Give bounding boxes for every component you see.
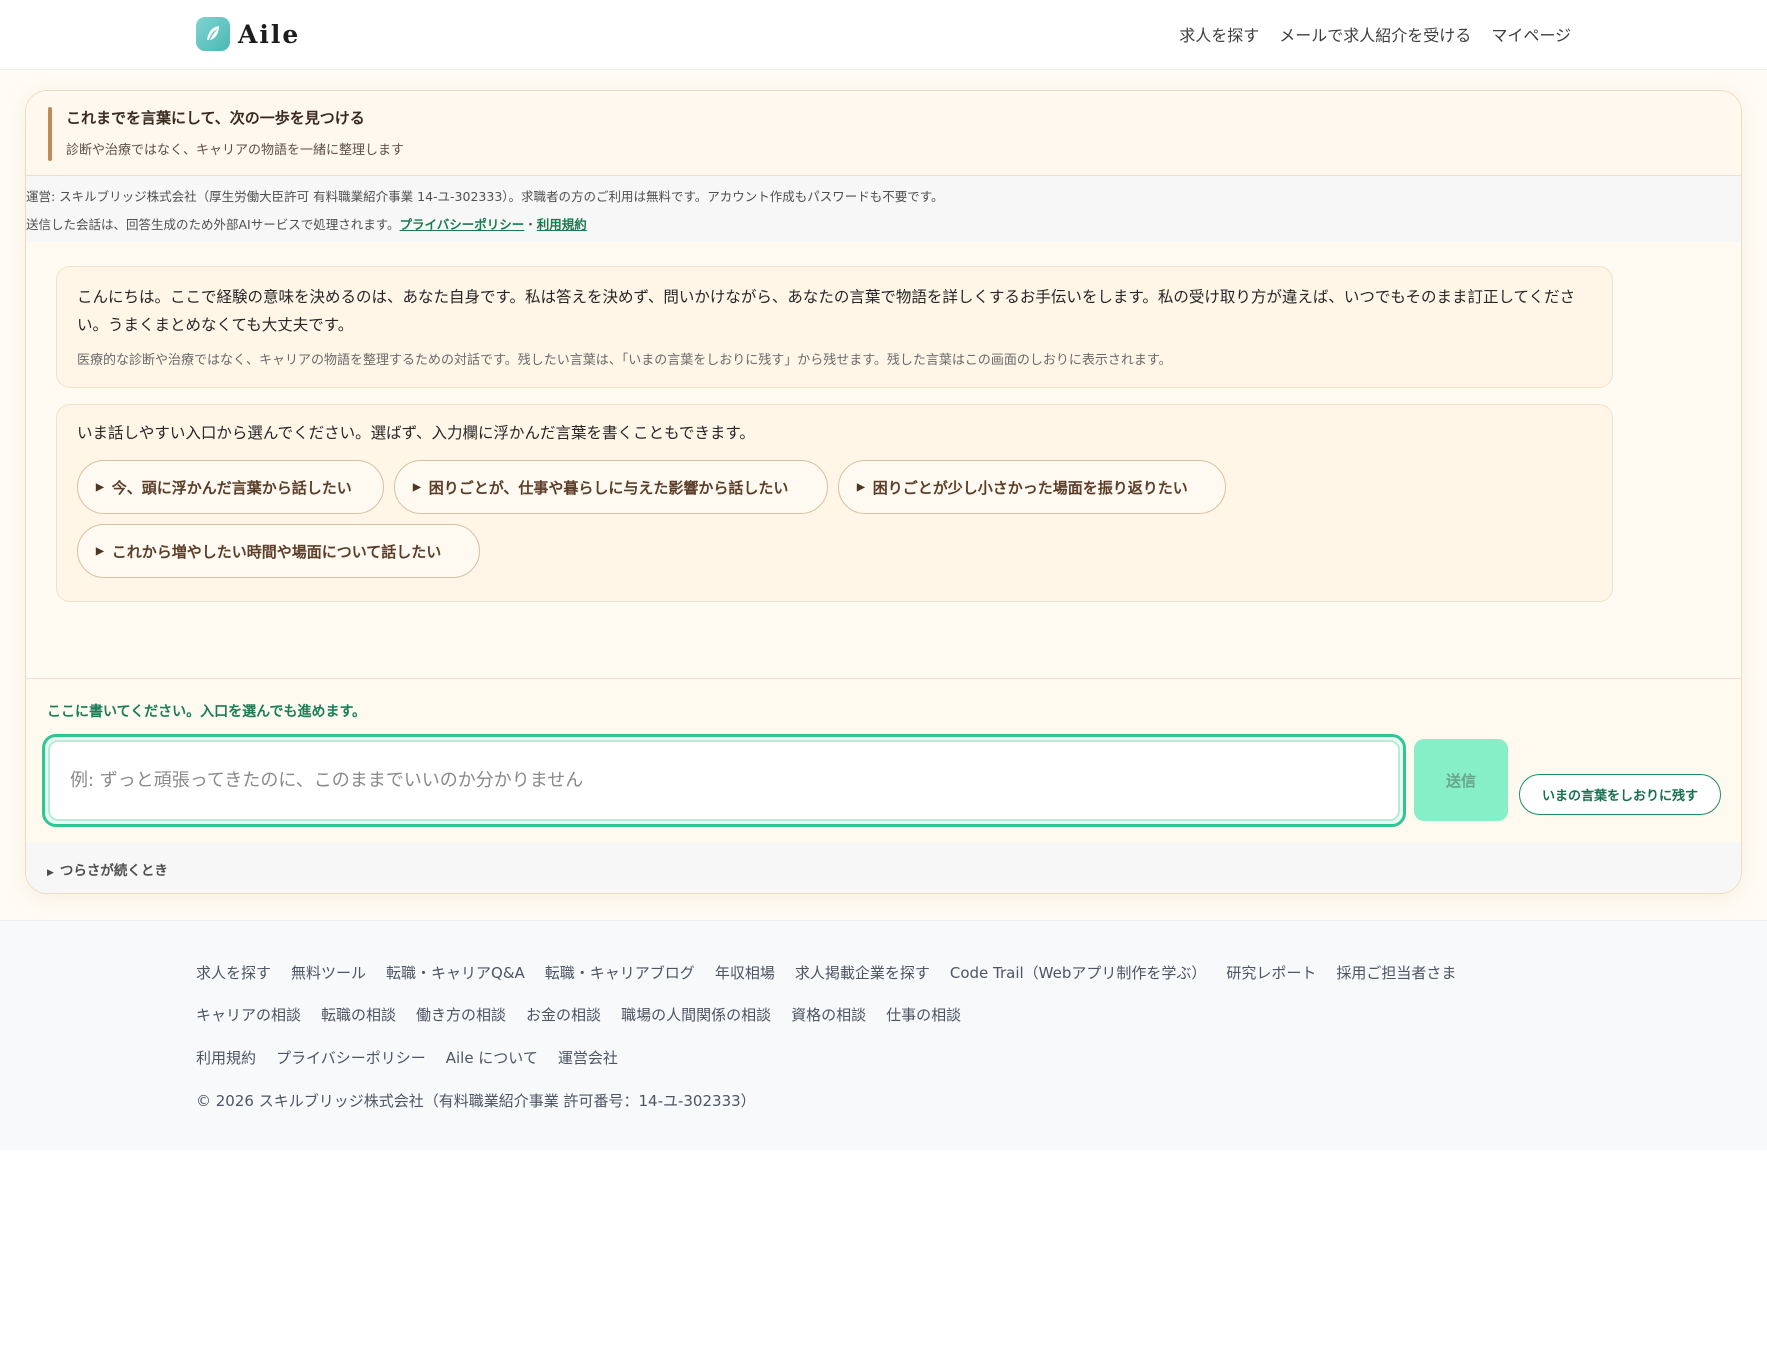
triangle-right-icon: ▶ xyxy=(96,545,104,557)
entry-option-future[interactable]: ▶ これから増やしたい時間や場面について話したい xyxy=(77,524,480,578)
operator-notice: 運営: スキルブリッジ株式会社（厚生労働大臣許可 有料職業紹介事業 14-ユ-3… xyxy=(26,176,1741,242)
entry-option-smaller-moments[interactable]: ▶ 困りごとが少し小さかった場面を振り返りたい xyxy=(838,460,1226,514)
message-composer: ここに書いてください。入口を選んでも進めます。 送信 いまの言葉をしおりに残す … xyxy=(26,678,1741,893)
support-disclosure: ▶ つらさが続くとき xyxy=(26,842,1741,893)
header-nav: 求人を探す メールで求人紹介を受ける マイページ xyxy=(1179,22,1571,46)
message-input-frame xyxy=(42,734,1406,827)
footer-link[interactable]: 資格の相談 xyxy=(791,1004,866,1025)
triangle-right-icon: ▶ xyxy=(47,868,54,878)
card-title: これまでを言葉にして、次の一歩を見つける xyxy=(66,109,365,127)
footer-link[interactable]: 求人を探す xyxy=(196,962,271,983)
nav-mypage[interactable]: マイページ xyxy=(1491,22,1571,46)
support-toggle-label: つらさが続くとき xyxy=(59,863,168,879)
footer-link[interactable]: 無料ツール xyxy=(291,962,366,983)
footer-link[interactable]: 年収相場 xyxy=(715,962,775,983)
nav-email-jobs[interactable]: メールで求人紹介を受ける xyxy=(1279,22,1471,46)
processing-text: 送信した会話は、回答生成のため外部AIサービスで処理されます。 xyxy=(26,217,400,232)
message-input[interactable] xyxy=(48,740,1400,821)
footer-link[interactable]: 職場の人間関係の相談 xyxy=(621,1004,771,1025)
footer-link[interactable]: 仕事の相談 xyxy=(886,1004,961,1025)
entry-options-message: いま話しやすい入口から選んでください。選ばず、入力欄に浮かんだ言葉を書くこともで… xyxy=(56,404,1613,602)
entry-prompt: いま話しやすい入口から選んでください。選ばず、入力欄に浮かんだ言葉を書くこともで… xyxy=(77,424,755,442)
greeting-note: 医療的な診断や治療ではなく、キャリアの物語を整理するための対話です。残したい言葉… xyxy=(77,353,1172,368)
footer-link[interactable]: 採用ご担当者さま xyxy=(1336,962,1456,983)
card-header: これまでを言葉にして、次の一歩を見つける 診断や治療ではなく、キャリアの物語を一… xyxy=(26,91,1741,176)
footer-link[interactable]: Aile について xyxy=(446,1047,538,1068)
triangle-right-icon: ▶ xyxy=(96,481,104,493)
footer-link[interactable]: Code Trail（Webアプリ制作を学ぶ） xyxy=(950,962,1207,983)
composer-label: ここに書いてください。入口を選んでも進めます。 xyxy=(47,704,367,720)
send-button[interactable]: 送信 xyxy=(1414,739,1508,821)
footer-links-consult: キャリアの相談 転職の相談 働き方の相談 お金の相談 職場の人間関係の相談 資格… xyxy=(196,1004,961,1025)
footer-links-legal: 利用規約 プライバシーポリシー Aile について 運営会社 xyxy=(196,1047,618,1068)
entry-label: 今、頭に浮かんだ言葉から話したい xyxy=(111,479,352,497)
footer-link[interactable]: 研究レポート xyxy=(1226,962,1316,983)
footer-link[interactable]: 求人掲載企業を探す xyxy=(795,962,930,983)
nav-find-jobs[interactable]: 求人を探す xyxy=(1179,22,1259,46)
footer-link[interactable]: 働き方の相談 xyxy=(416,1004,506,1025)
footer-link[interactable]: 利用規約 xyxy=(196,1047,256,1068)
footer-link[interactable]: 転職・キャリアQ&A xyxy=(386,962,525,983)
assistant-message: こんにちは。ここで経験の意味を決めるのは、あなた自身です。私は答えを決めず、問い… xyxy=(56,266,1613,388)
triangle-right-icon: ▶ xyxy=(413,481,421,493)
bookmark-button[interactable]: いまの言葉をしおりに残す xyxy=(1519,774,1721,815)
header-accent-bar xyxy=(48,107,52,161)
feather-icon xyxy=(196,17,230,51)
footer-link[interactable]: お金の相談 xyxy=(526,1004,601,1025)
entry-option-impact[interactable]: ▶ 困りごとが、仕事や暮らしに与えた影響から話したい xyxy=(394,460,828,514)
chat-card: これまでを言葉にして、次の一歩を見つける 診断や治療ではなく、キャリアの物語を一… xyxy=(25,90,1742,894)
copyright: © 2026 スキルブリッジ株式会社（有料職業紹介事業 許可番号：14-ユ-30… xyxy=(196,1092,756,1110)
privacy-policy-link[interactable]: プライバシーポリシー xyxy=(400,217,525,232)
triangle-right-icon: ▶ xyxy=(857,481,865,493)
operator-info: 運営: スキルブリッジ株式会社（厚生労働大臣許可 有料職業紹介事業 14-ユ-3… xyxy=(26,189,944,204)
link-separator: ・ xyxy=(524,217,537,232)
footer-links-main: 求人を探す 無料ツール 転職・キャリアQ&A 転職・キャリアブログ 年収相場 求… xyxy=(196,962,1456,983)
footer-link[interactable]: 運営会社 xyxy=(558,1047,618,1068)
card-subtitle: 診断や治療ではなく、キャリアの物語を一緒に整理します xyxy=(66,143,405,158)
entry-label: これから増やしたい時間や場面について話したい xyxy=(111,543,442,561)
footer-link[interactable]: プライバシーポリシー xyxy=(276,1047,426,1068)
footer-link[interactable]: キャリアの相談 xyxy=(196,1004,301,1025)
terms-link[interactable]: 利用規約 xyxy=(537,217,587,232)
data-processing-notice: 送信した会話は、回答生成のため外部AIサービスで処理されます。プライバシーポリシ… xyxy=(26,214,587,233)
footer-link[interactable]: 転職・キャリアブログ xyxy=(545,962,695,983)
site-header: Aile 求人を探す メールで求人紹介を受ける マイページ xyxy=(0,0,1767,70)
entry-option-current-words[interactable]: ▶ 今、頭に浮かんだ言葉から話したい xyxy=(77,460,384,514)
support-toggle[interactable]: ▶ つらさが続くとき xyxy=(47,859,168,879)
site-footer: 求人を探す 無料ツール 転職・キャリアQ&A 転職・キャリアブログ 年収相場 求… xyxy=(0,920,1767,1150)
footer-link[interactable]: 転職の相談 xyxy=(321,1004,396,1025)
greeting-text: こんにちは。ここで経験の意味を決めるのは、あなた自身です。私は答えを決めず、問い… xyxy=(77,288,1576,334)
logo-text: Aile xyxy=(238,19,301,49)
entry-label: 困りごとが少し小さかった場面を振り返りたい xyxy=(872,479,1188,497)
entry-label: 困りごとが、仕事や暮らしに与えた影響から話したい xyxy=(428,479,789,497)
logo[interactable]: Aile xyxy=(196,16,300,52)
